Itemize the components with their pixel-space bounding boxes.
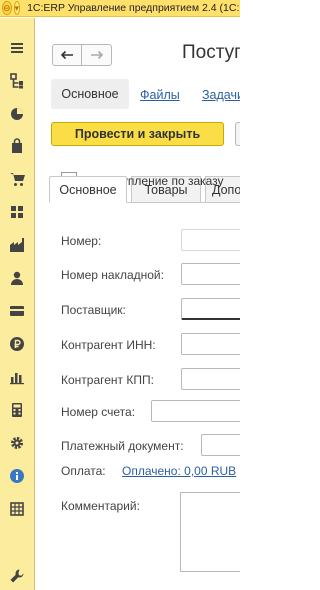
tab-tasks[interactable]: Задачи	[202, 88, 240, 102]
payment-document-label: Платежный документ:	[61, 439, 184, 453]
org-structure-icon[interactable]	[0, 70, 34, 92]
number-field[interactable]	[181, 229, 240, 251]
comment-textarea[interactable]	[180, 492, 240, 572]
shopping-cart-icon[interactable]	[0, 168, 34, 190]
invoice-number-label: Номер накладной:	[61, 268, 164, 282]
supplier-label: Поставщик:	[61, 303, 126, 317]
payment-document-field[interactable]	[201, 434, 240, 456]
payment-status-link[interactable]: Оплачено: 0,00 RUB	[122, 464, 236, 478]
menu-icon[interactable]	[0, 37, 34, 59]
main-menu-dropdown-button[interactable]: ▾	[13, 1, 21, 15]
sections-sidebar	[0, 18, 35, 590]
wrench-icon[interactable]	[0, 565, 34, 587]
counterparty-kpp-label: Контрагент КПП:	[61, 373, 154, 387]
page-title: Поступление товаров и услуг	[182, 42, 240, 63]
pie-chart-icon[interactable]	[0, 103, 34, 125]
account-number-label: Номер счета:	[61, 405, 136, 419]
app-menu-button[interactable]: ⊖	[2, 1, 12, 15]
comment-label: Комментарий:	[61, 499, 140, 513]
counterparty-kpp-field[interactable]	[181, 368, 240, 390]
ruble-coin-icon[interactable]	[0, 333, 34, 355]
tab-files[interactable]: Файлы	[140, 88, 180, 102]
account-number-field[interactable]	[151, 400, 240, 422]
window-title: 1С:ERP Управление предприятием 2.4 (1С:П…	[27, 2, 240, 14]
number-label: Номер:	[61, 234, 102, 248]
supplier-field[interactable]	[181, 298, 240, 320]
warehouse-grid-icon[interactable]	[0, 201, 34, 223]
bar-chart-icon[interactable]	[0, 366, 34, 388]
factory-icon[interactable]	[0, 234, 34, 256]
arrow-right-icon	[90, 50, 103, 60]
counterparty-inn-label: Контрагент ИНН:	[61, 338, 156, 352]
inner-tab-main[interactable]: Основное	[49, 176, 127, 203]
payment-label: Оплата:	[61, 464, 106, 478]
invoice-number-field[interactable]	[181, 263, 240, 285]
credit-card-icon[interactable]	[0, 300, 34, 322]
counterparty-inn-field[interactable]	[181, 333, 240, 355]
app-window: ⊖ ▾ 1С:ERP Управление предприятием 2.4 (…	[0, 0, 240, 590]
title-bar: ⊖ ▾ 1С:ERP Управление предприятием 2.4 (…	[0, 0, 240, 17]
forward-button[interactable]	[82, 44, 112, 66]
document-form: Поступление товаров и услуг Основное Фай…	[36, 18, 240, 590]
toolbar-next-button[interactable]	[235, 122, 240, 146]
arrow-left-icon	[60, 50, 73, 60]
calculator-icon[interactable]	[0, 399, 34, 421]
back-button[interactable]	[52, 44, 82, 66]
person-icon[interactable]	[0, 267, 34, 289]
info-icon[interactable]	[0, 465, 34, 487]
tab-main[interactable]: Основное	[51, 79, 129, 109]
shopping-bag-icon[interactable]	[0, 135, 34, 157]
table-grid-icon[interactable]	[0, 498, 34, 520]
gear-icon[interactable]	[0, 432, 34, 454]
post-and-close-button[interactable]: Провести и закрыть	[51, 122, 224, 146]
